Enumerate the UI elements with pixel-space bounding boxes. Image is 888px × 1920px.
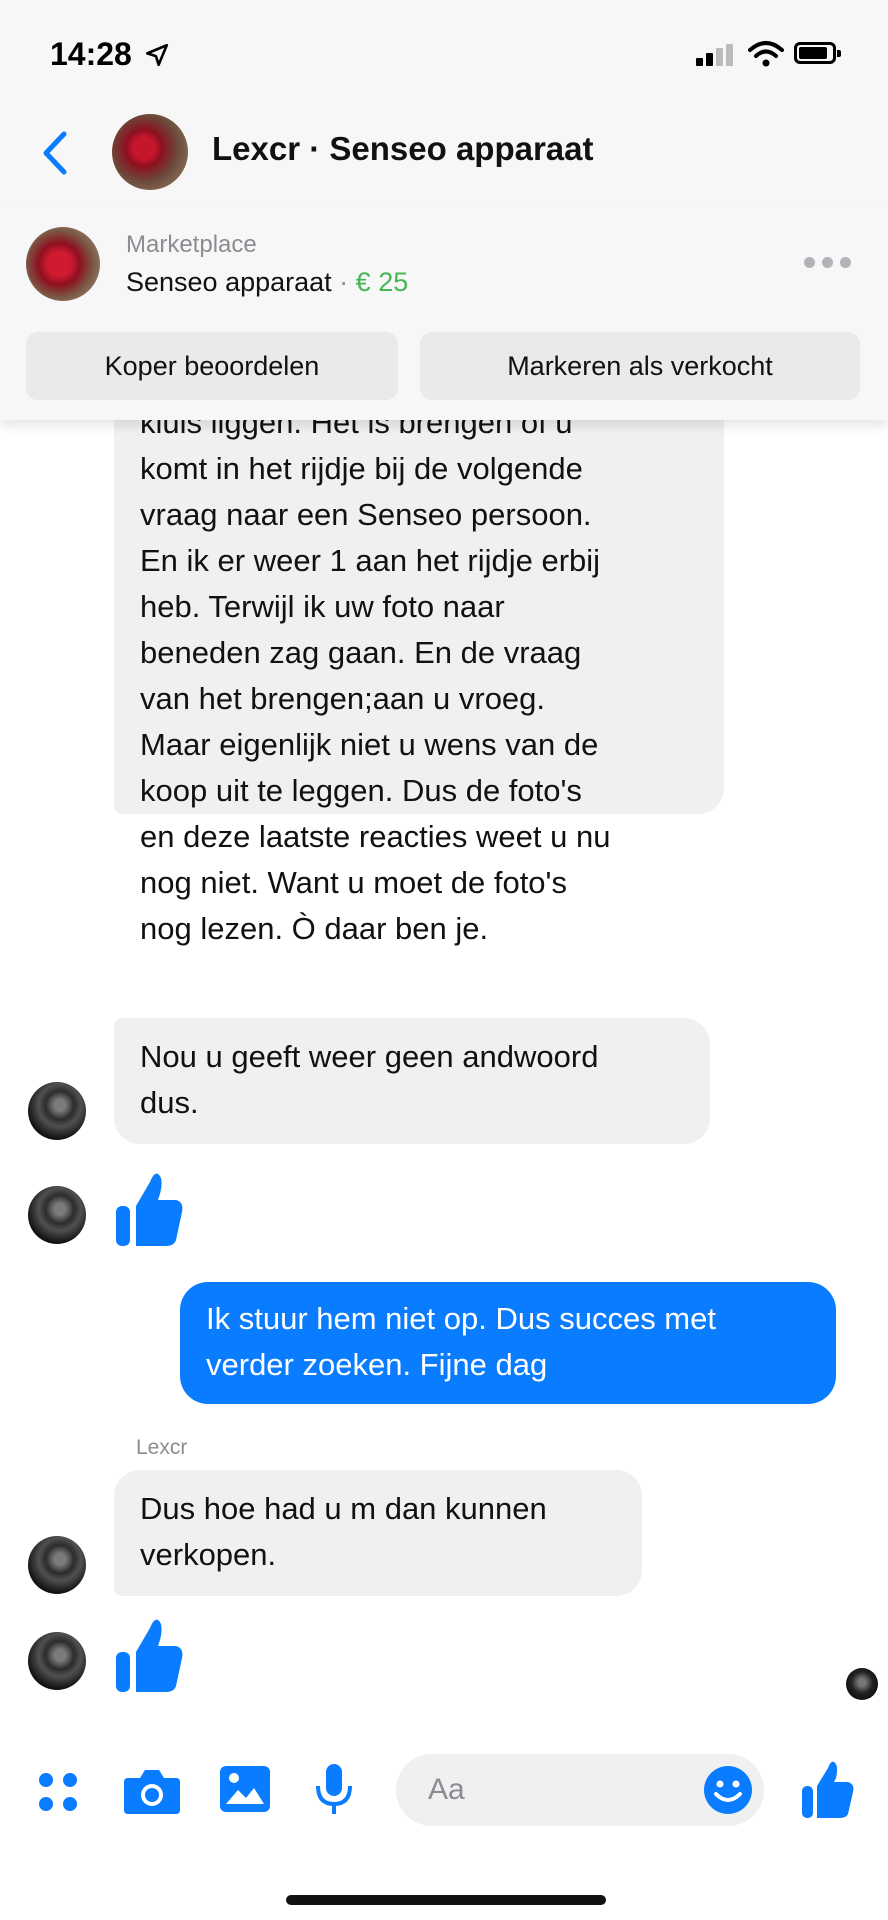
status-time: 14:28 [50, 36, 132, 72]
thumbs-up-send-icon[interactable] [800, 1756, 856, 1820]
mark-sold-button[interactable]: Markeren als verkocht [420, 332, 860, 400]
message-line: en deze laatste reacties weet u nu [140, 819, 611, 854]
emoji-icon[interactable] [702, 1764, 754, 1816]
home-indicator [286, 1895, 606, 1905]
product-line[interactable]: Senseo apparaat · € 25 [126, 267, 408, 298]
message-line: Ik stuur hem niet op. Dus succes met [206, 1301, 716, 1336]
battery-icon [794, 42, 841, 64]
message-line: heb. Terwijl ik uw foto naar [140, 589, 505, 624]
gallery-icon[interactable] [218, 1764, 272, 1814]
marketplace-card: Marketplace Senseo apparaat · € 25 Koper… [0, 205, 888, 420]
message-line: dus. [140, 1085, 199, 1120]
message-line: van het brengen;aan u vroeg. [140, 681, 546, 716]
back-chevron-icon[interactable] [36, 128, 76, 178]
wifi-icon [748, 41, 784, 67]
thumbs-up-icon [116, 1173, 183, 1246]
message-line: En ik er weer 1 aan het rijdje erbij [140, 543, 601, 578]
message-line: verkopen. [140, 1537, 277, 1572]
apps-grid-icon[interactable] [34, 1768, 82, 1816]
status-bar: 14:28 [0, 0, 888, 100]
message-line: nog niet. Want u moet de foto's [140, 865, 567, 900]
message-list[interactable]: kluis liggen. Het is brengen of u komt i… [0, 400, 888, 1740]
message-line: Dus hoe had u m dan kunnen [140, 1491, 547, 1526]
marketplace-label: Marketplace [126, 231, 257, 258]
sender-avatar[interactable] [28, 1186, 86, 1244]
price-separator: · [331, 267, 356, 297]
read-receipt-avatar [846, 1668, 878, 1700]
microphone-icon[interactable] [314, 1762, 354, 1818]
message-line: Nou u geeft weer geen andwoord [140, 1039, 599, 1074]
sender-avatar[interactable] [28, 1536, 86, 1594]
message-line: nog lezen. Ò daar ben je. [140, 911, 489, 946]
message-line: Maar eigenlijk niet u wens van de [140, 727, 599, 762]
camera-icon[interactable] [122, 1766, 182, 1816]
thumbs-up-icon [116, 1619, 183, 1692]
message-bubble-incoming[interactable]: Dus hoe had u m dan kunnen verkopen. [114, 1470, 642, 1596]
location-arrow-icon [145, 43, 169, 67]
message-line: komt in het rijdje bij de volgende [140, 451, 583, 486]
product-price: € 25 [355, 267, 409, 297]
conversation-header: Lexcr · Senseo apparaat [0, 100, 888, 205]
rate-buyer-button[interactable]: Koper beoordelen [26, 332, 398, 400]
more-options-icon[interactable] [804, 257, 852, 269]
message-bubble-incoming[interactable]: Nou u geeft weer geen andwoord dus. [114, 1018, 710, 1144]
composer-bar [0, 1740, 888, 1860]
message-line: koop uit te leggen. Dus de foto's [140, 773, 582, 808]
product-thumbnail[interactable] [26, 227, 100, 301]
sender-avatar[interactable] [28, 1632, 86, 1690]
message-line: vraag naar een Senseo persoon. [140, 497, 592, 532]
sender-name: Lexcr [136, 1436, 188, 1459]
product-name: Senseo apparaat [126, 267, 332, 297]
conversation-avatar[interactable] [112, 114, 188, 190]
message-line: beneden zag gaan. En de vraag [140, 635, 582, 670]
message-bubble-outgoing[interactable]: Ik stuur hem niet op. Dus succes met ver… [180, 1282, 836, 1404]
cellular-signal-icon [696, 44, 736, 66]
message-line: verder zoeken. Fijne dag [206, 1347, 548, 1382]
message-bubble-incoming[interactable]: kluis liggen. Het is brengen of u komt i… [114, 400, 724, 946]
sender-avatar[interactable] [28, 1082, 86, 1140]
conversation-title[interactable]: Lexcr · Senseo apparaat [212, 130, 594, 168]
